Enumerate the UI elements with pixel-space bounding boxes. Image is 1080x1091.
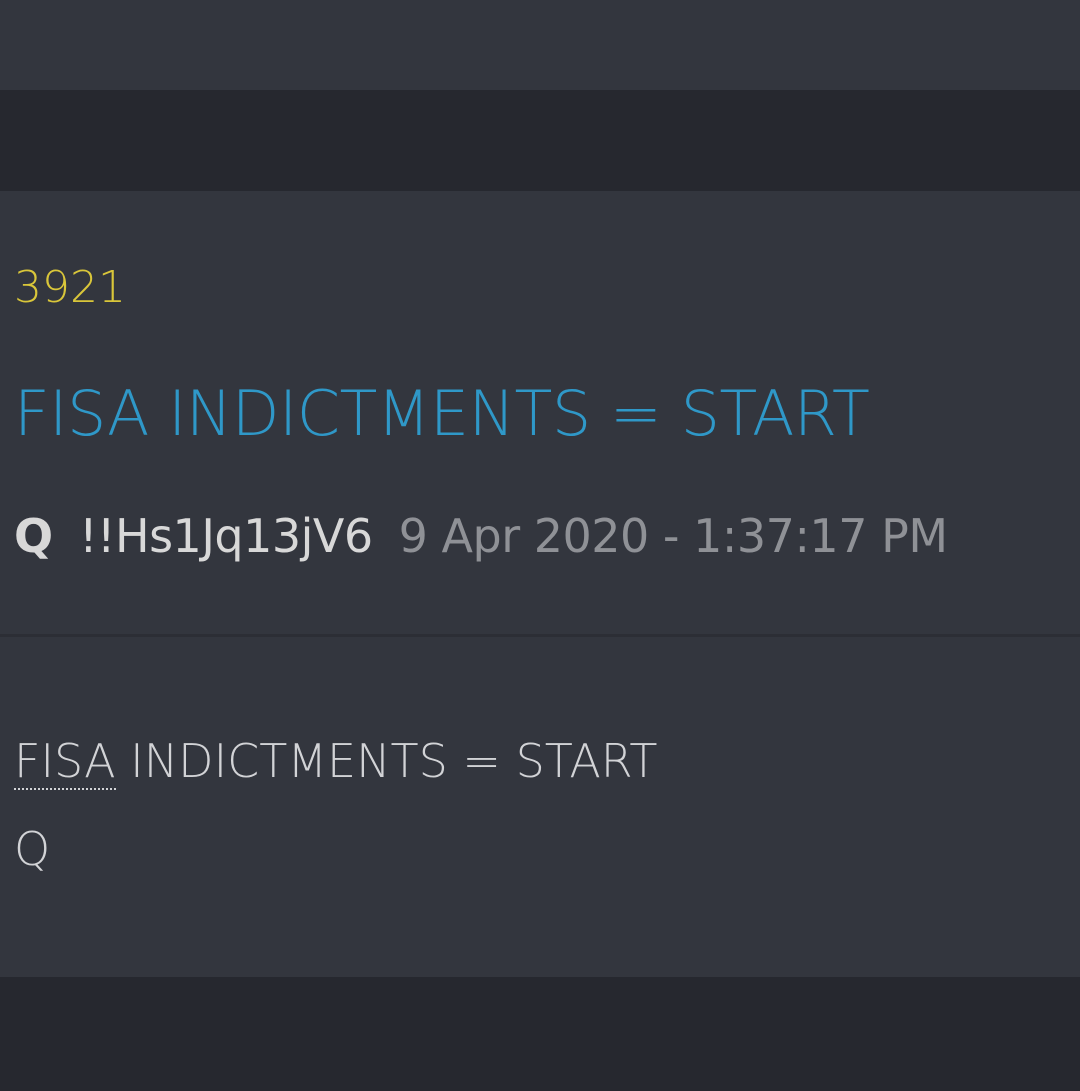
post-body-text: FISA INDICTMENTS = START Q <box>14 728 658 904</box>
post-meta: Q !!Hs1Jq13jV6 9 Apr 2020 - 1:37:17 PM <box>14 503 948 569</box>
post-number[interactable]: 3921 <box>14 258 126 318</box>
post-title: FISA INDICTMENTS = START <box>14 377 870 450</box>
top-band <box>0 0 1080 90</box>
post-timestamp: 9 Apr 2020 - 1:37:17 PM <box>398 509 948 563</box>
body-line-2: Q <box>14 822 51 876</box>
body-line-1: FISA INDICTMENTS = START <box>14 728 658 816</box>
body-line-1-rest: INDICTMENTS = START <box>115 734 658 788</box>
abbreviation-fisa[interactable]: FISA <box>14 734 116 790</box>
author-name: Q <box>14 509 54 563</box>
separator-band <box>0 90 1080 191</box>
bottom-band <box>0 977 1080 1091</box>
tripcode: !!Hs1Jq13jV6 <box>79 509 373 563</box>
